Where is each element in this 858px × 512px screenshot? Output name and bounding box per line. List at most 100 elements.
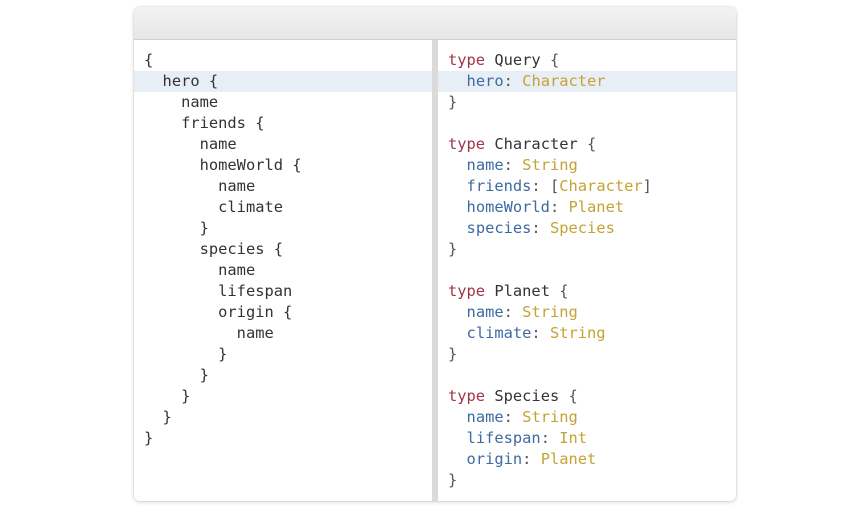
- query-line-text: }: [199, 219, 209, 237]
- schema-field: origin: Planet: [438, 449, 736, 470]
- query-line-text: name: [199, 135, 237, 153]
- colon: :: [540, 429, 560, 447]
- query-line-text: species {: [199, 240, 284, 258]
- query-line-text: {: [144, 51, 154, 69]
- open-brace: {: [559, 282, 569, 300]
- type-close: }: [438, 92, 736, 113]
- field-type: Character: [522, 72, 606, 90]
- close-brace: }: [448, 240, 458, 258]
- field-type: Character: [559, 177, 643, 195]
- close-brace: }: [448, 93, 458, 111]
- colon: :: [531, 324, 550, 342]
- window-titlebar[interactable]: [134, 7, 736, 40]
- field-name: name: [466, 156, 504, 174]
- query-line-text: name: [236, 324, 274, 342]
- field-name: hero: [466, 72, 504, 90]
- type-keyword: type: [448, 387, 486, 405]
- type-keyword: type: [448, 135, 486, 153]
- type-declaration: type Query {: [438, 50, 736, 71]
- type-declaration: type Character {: [438, 134, 736, 155]
- app-window: { hero { name friends { name homeWorld {…: [134, 7, 736, 501]
- query-line[interactable]: }: [134, 218, 432, 239]
- type-close: }: [438, 470, 736, 491]
- query-line-text: }: [144, 429, 154, 447]
- query-line[interactable]: homeWorld {: [134, 155, 432, 176]
- open-brace: {: [549, 51, 560, 69]
- schema-field: name: String: [438, 155, 736, 176]
- query-line[interactable]: hero {: [134, 71, 432, 92]
- query-editor-code[interactable]: { hero { name friends { name homeWorld {…: [134, 50, 432, 449]
- type-close: }: [438, 239, 736, 260]
- query-line-text: lifespan: [218, 282, 293, 300]
- type-declaration: type Planet {: [438, 281, 736, 302]
- query-line-text: name: [218, 261, 256, 279]
- query-line[interactable]: origin {: [134, 302, 432, 323]
- open-brace: {: [587, 135, 597, 153]
- type-name: Species: [494, 387, 560, 405]
- schema-field: hero: Character: [438, 71, 736, 92]
- query-line[interactable]: name: [134, 134, 432, 155]
- query-editor-pane[interactable]: { hero { name friends { name homeWorld {…: [134, 40, 432, 501]
- field-type: Planet: [568, 198, 625, 216]
- query-line[interactable]: {: [134, 50, 432, 71]
- query-line-text: }: [181, 387, 191, 405]
- query-line-text: friends {: [181, 114, 265, 132]
- schema-field: climate: String: [438, 323, 736, 344]
- colon: :: [549, 198, 569, 216]
- query-line[interactable]: }: [134, 344, 432, 365]
- schema-field: friends: [Character]: [438, 176, 736, 197]
- field-name: origin: [466, 450, 523, 468]
- type-keyword: type: [448, 51, 486, 69]
- close-brace: }: [448, 471, 458, 489]
- type-close: }: [438, 344, 736, 365]
- query-line-text: }: [218, 345, 228, 363]
- query-line-text: name: [181, 93, 219, 111]
- query-line[interactable]: name: [134, 92, 432, 113]
- field-type: String: [522, 408, 578, 426]
- query-line-text: homeWorld {: [199, 156, 302, 174]
- type-name: Query: [494, 51, 541, 69]
- query-line[interactable]: climate: [134, 197, 432, 218]
- type-name: Planet: [494, 282, 550, 300]
- schema-field: homeWorld: Planet: [438, 197, 736, 218]
- type-keyword: type: [448, 282, 486, 300]
- query-line-text: }: [199, 366, 209, 384]
- colon: :: [531, 219, 550, 237]
- field-type: Planet: [540, 450, 597, 468]
- colon: :: [503, 72, 523, 90]
- field-type: String: [522, 156, 578, 174]
- schema-field: lifespan: Int: [438, 428, 736, 449]
- query-line[interactable]: friends {: [134, 113, 432, 134]
- query-line[interactable]: name: [134, 260, 432, 281]
- list-open-bracket: [: [549, 177, 560, 195]
- query-line-text: climate: [218, 198, 284, 216]
- colon: :: [503, 303, 523, 321]
- query-line-text: origin {: [218, 303, 293, 321]
- list-close-bracket: ]: [642, 177, 652, 195]
- schema-field: name: String: [438, 407, 736, 428]
- type-name: Character: [494, 135, 578, 153]
- schema-code: type Query { hero: Character} type Charac…: [438, 50, 736, 491]
- type-declaration: type Species {: [438, 386, 736, 407]
- field-type: String: [549, 324, 606, 342]
- field-name: name: [466, 408, 504, 426]
- query-line[interactable]: }: [134, 365, 432, 386]
- field-name: friends: [466, 177, 532, 195]
- query-line-text: }: [162, 408, 172, 426]
- query-line[interactable]: }: [134, 428, 432, 449]
- query-line[interactable]: }: [134, 386, 432, 407]
- field-type: Int: [559, 429, 588, 447]
- colon: :: [522, 450, 541, 468]
- query-line[interactable]: name: [134, 176, 432, 197]
- open-brace: {: [568, 387, 578, 405]
- colon: :: [531, 177, 550, 195]
- query-line[interactable]: name: [134, 323, 432, 344]
- query-line[interactable]: lifespan: [134, 281, 432, 302]
- query-line[interactable]: species {: [134, 239, 432, 260]
- schema-field: name: String: [438, 302, 736, 323]
- field-name: lifespan: [466, 429, 541, 447]
- field-name: species: [466, 219, 532, 237]
- query-line[interactable]: }: [134, 407, 432, 428]
- field-type: String: [522, 303, 578, 321]
